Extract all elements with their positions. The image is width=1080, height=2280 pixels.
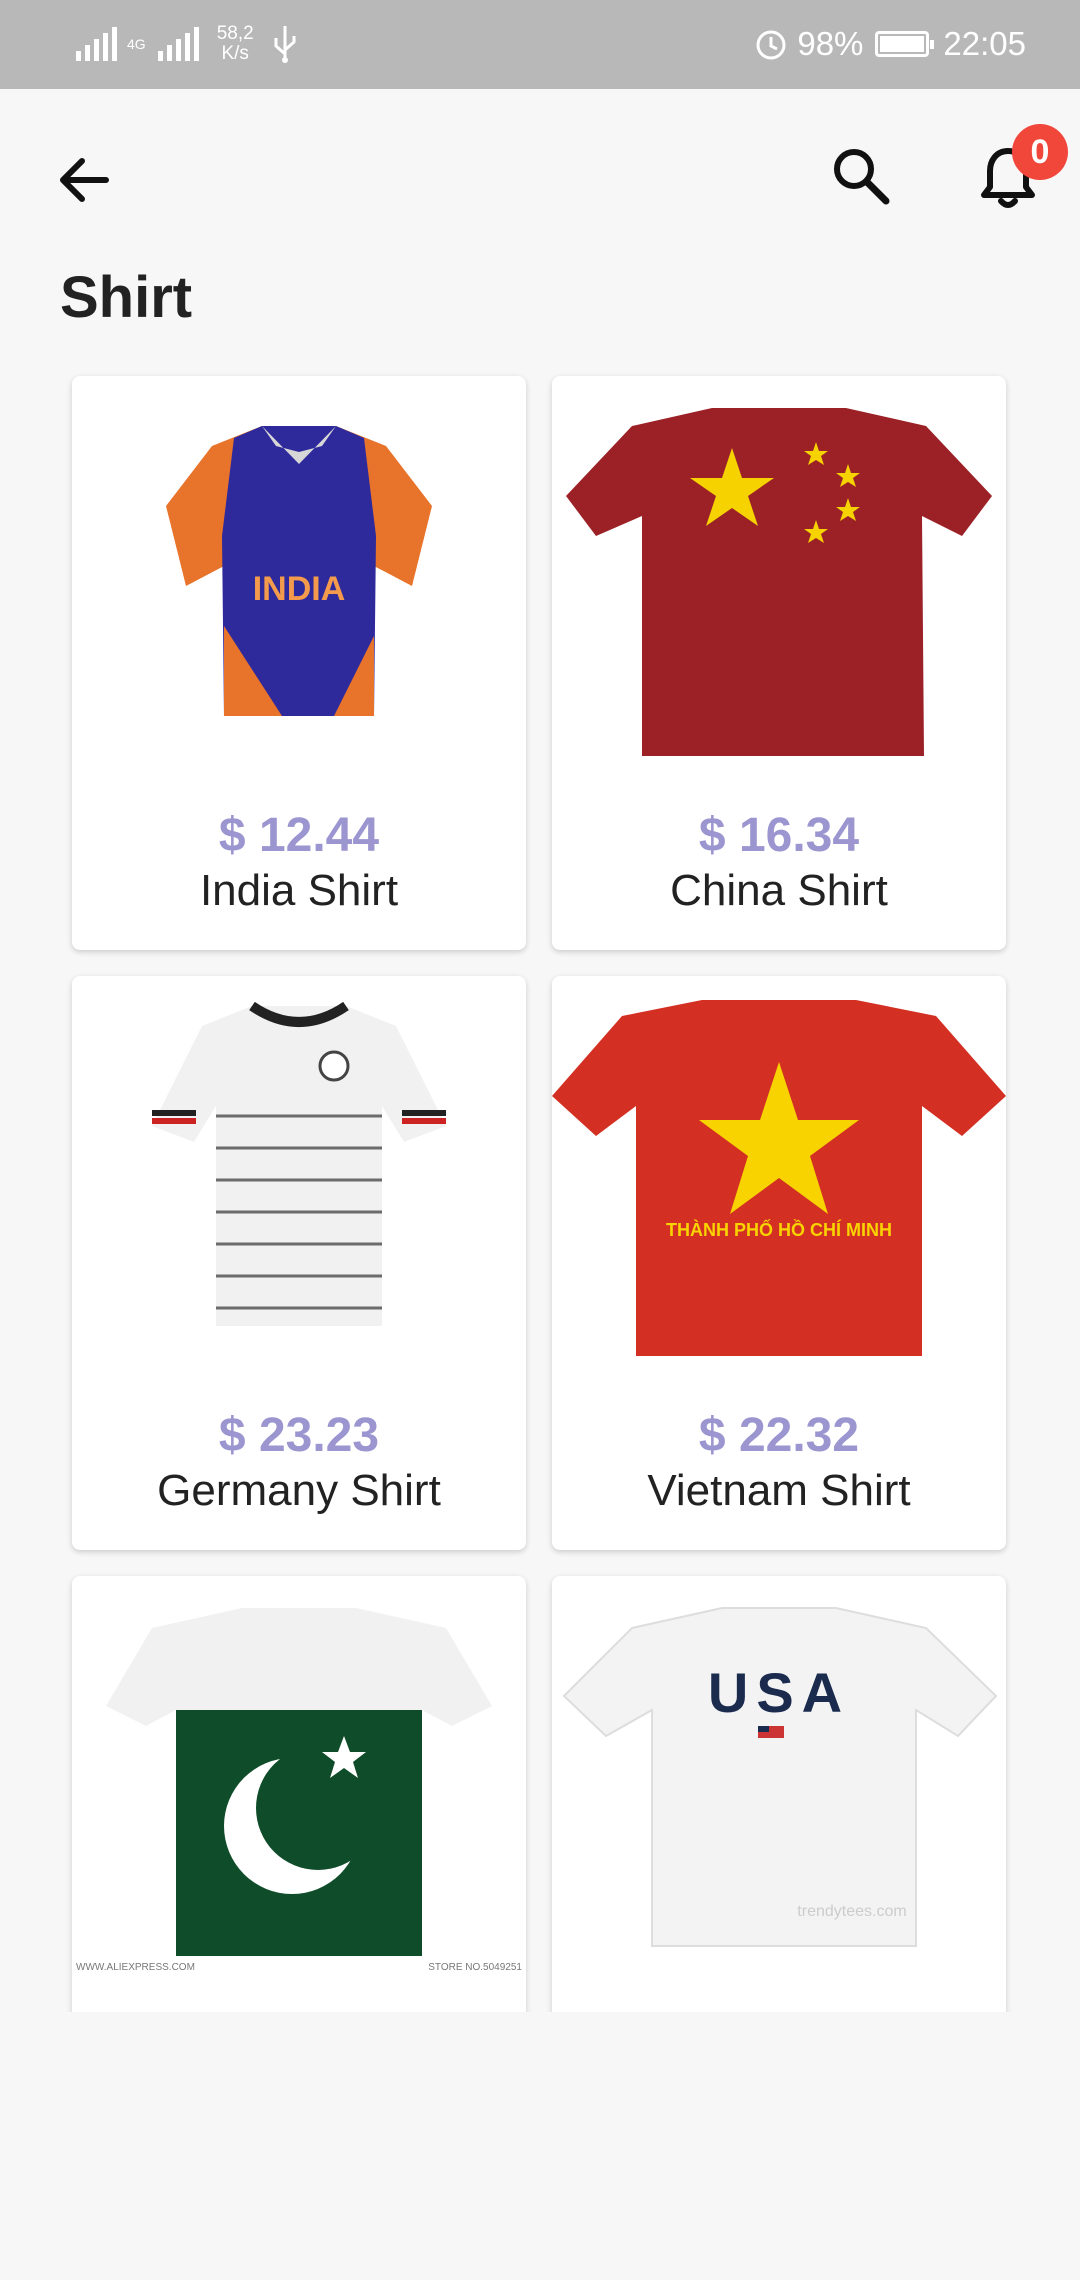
usa-shirt-print: USA: [708, 1661, 850, 1724]
status-right: 98% 22:05: [753, 18, 1026, 70]
germany-shirt-image: [152, 1001, 446, 1326]
page-title: Shirt: [60, 265, 193, 330]
product-card-china[interactable]: $ 16.34 China Shirt: [552, 376, 1006, 950]
product-card-germany[interactable]: $ 23.23 Germany Shirt: [72, 976, 526, 1550]
battery-percent: 98%: [797, 25, 864, 62]
china-shirt-image: [566, 408, 992, 756]
product-price: $ 22.32: [698, 1409, 860, 1462]
product-price: $ 12.44: [218, 809, 380, 862]
watermark-left: WWW.ALIEXPRESS.COM: [76, 1962, 195, 1973]
net-speed: 58,2 K/s: [217, 24, 254, 64]
product-card-usa[interactable]: USA trendytees.com: [552, 1576, 1006, 2012]
net-speed-unit: K/s: [221, 43, 249, 64]
back-arrow-icon[interactable]: [50, 145, 120, 215]
network-type-label: 4G: [127, 36, 146, 52]
pakistan-shirt-image: WWW.ALIEXPRESS.COM STORE NO.5049251: [76, 1608, 522, 1973]
product-price: $ 23.23: [218, 1409, 380, 1462]
alarm-icon: [756, 30, 786, 60]
signal-icon: [76, 27, 117, 61]
usb-icon: [274, 26, 296, 63]
product-card-pakistan[interactable]: WWW.ALIEXPRESS.COM STORE NO.5049251: [72, 1576, 526, 2012]
battery-icon: [875, 31, 935, 57]
watermark: trendytees.com: [797, 1903, 906, 1920]
usa-shirt-image: USA trendytees.com: [562, 1607, 998, 1947]
status-left: 4G 58,2 K/s: [76, 18, 298, 70]
product-name: China Shirt: [670, 866, 888, 915]
product-name: Vietnam Shirt: [647, 1466, 911, 1515]
watermark-right: STORE NO.5049251: [428, 1962, 522, 1973]
net-speed-value: 58,2: [216, 23, 254, 44]
app-bar: [0, 89, 1080, 259]
notification-count-badge: 0: [1012, 124, 1068, 180]
search-icon[interactable]: [826, 141, 896, 211]
product-price: $ 16.34: [698, 809, 860, 862]
product-card-vietnam[interactable]: THÀNH PHỐ HỒ CHÍ MINH $ 22.32 Vietnam Sh…: [552, 976, 1006, 1550]
product-card-india[interactable]: INDIA $ 12.44 India Shirt: [72, 376, 526, 950]
status-bar: 4G 58,2 K/s 98% 22:05: [0, 0, 1080, 89]
vietnam-shirt-image: THÀNH PHỐ HỒ CHÍ MINH: [552, 1000, 1006, 1356]
product-name: India Shirt: [199, 866, 399, 915]
clock-time: 22:05: [943, 25, 1026, 62]
india-shirt-print: INDIA: [253, 570, 346, 608]
signal-icon-2: [157, 27, 199, 61]
product-name: Germany Shirt: [157, 1466, 441, 1515]
product-grid: INDIA $ 12.44 India Shirt $ 16.34 China …: [0, 372, 1080, 2012]
india-shirt-image: INDIA: [166, 426, 432, 716]
vietnam-shirt-print: THÀNH PHỐ HỒ CHÍ MINH: [666, 1219, 892, 1240]
